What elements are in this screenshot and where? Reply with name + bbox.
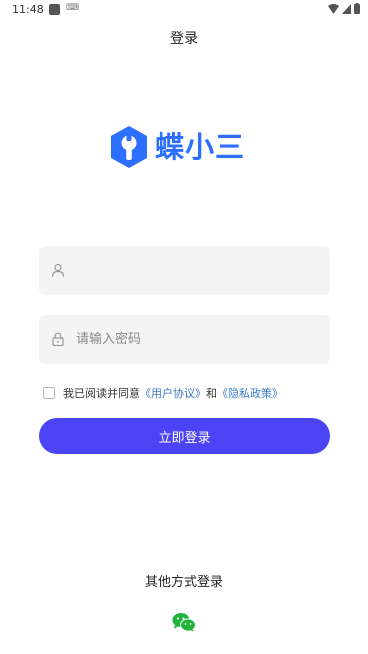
agreement-and: 和 xyxy=(206,387,217,400)
status-icons xyxy=(328,3,360,14)
user-agreement-link[interactable]: 《用户协议》 xyxy=(140,385,206,401)
username-input[interactable] xyxy=(76,246,321,295)
agreement-row: 我已阅读并同意 《用户协议》 和 《隐私政策》 xyxy=(43,386,283,400)
login-button[interactable]: 立即登录 xyxy=(39,418,330,454)
page-title: 登录 xyxy=(170,31,198,47)
agreement-checkbox[interactable] xyxy=(43,387,55,399)
lock-icon xyxy=(52,332,64,346)
user-icon xyxy=(51,263,65,277)
keyboard-icon: ⌨ xyxy=(66,3,79,13)
wrench-logo-icon xyxy=(111,126,147,168)
wifi-icon xyxy=(328,3,339,14)
app-logo: 蝶小三 xyxy=(110,126,260,170)
status-time: 11:48 xyxy=(12,3,44,16)
username-field[interactable] xyxy=(39,246,330,295)
wechat-icon[interactable] xyxy=(172,612,196,632)
privacy-policy-link[interactable]: 《隐私政策》 xyxy=(217,385,283,401)
battery-icon xyxy=(354,3,360,14)
password-field[interactable] xyxy=(39,315,330,364)
agreement-prefix: 我已阅读并同意 xyxy=(63,387,140,400)
other-login-title: 其他方式登录 xyxy=(144,575,223,590)
signal-icon xyxy=(342,3,351,14)
password-input[interactable] xyxy=(76,315,321,364)
notification-icon xyxy=(49,4,60,15)
status-bar: 11:48 ⌨ xyxy=(0,0,368,22)
logo-text: 蝶小三 xyxy=(155,130,246,164)
